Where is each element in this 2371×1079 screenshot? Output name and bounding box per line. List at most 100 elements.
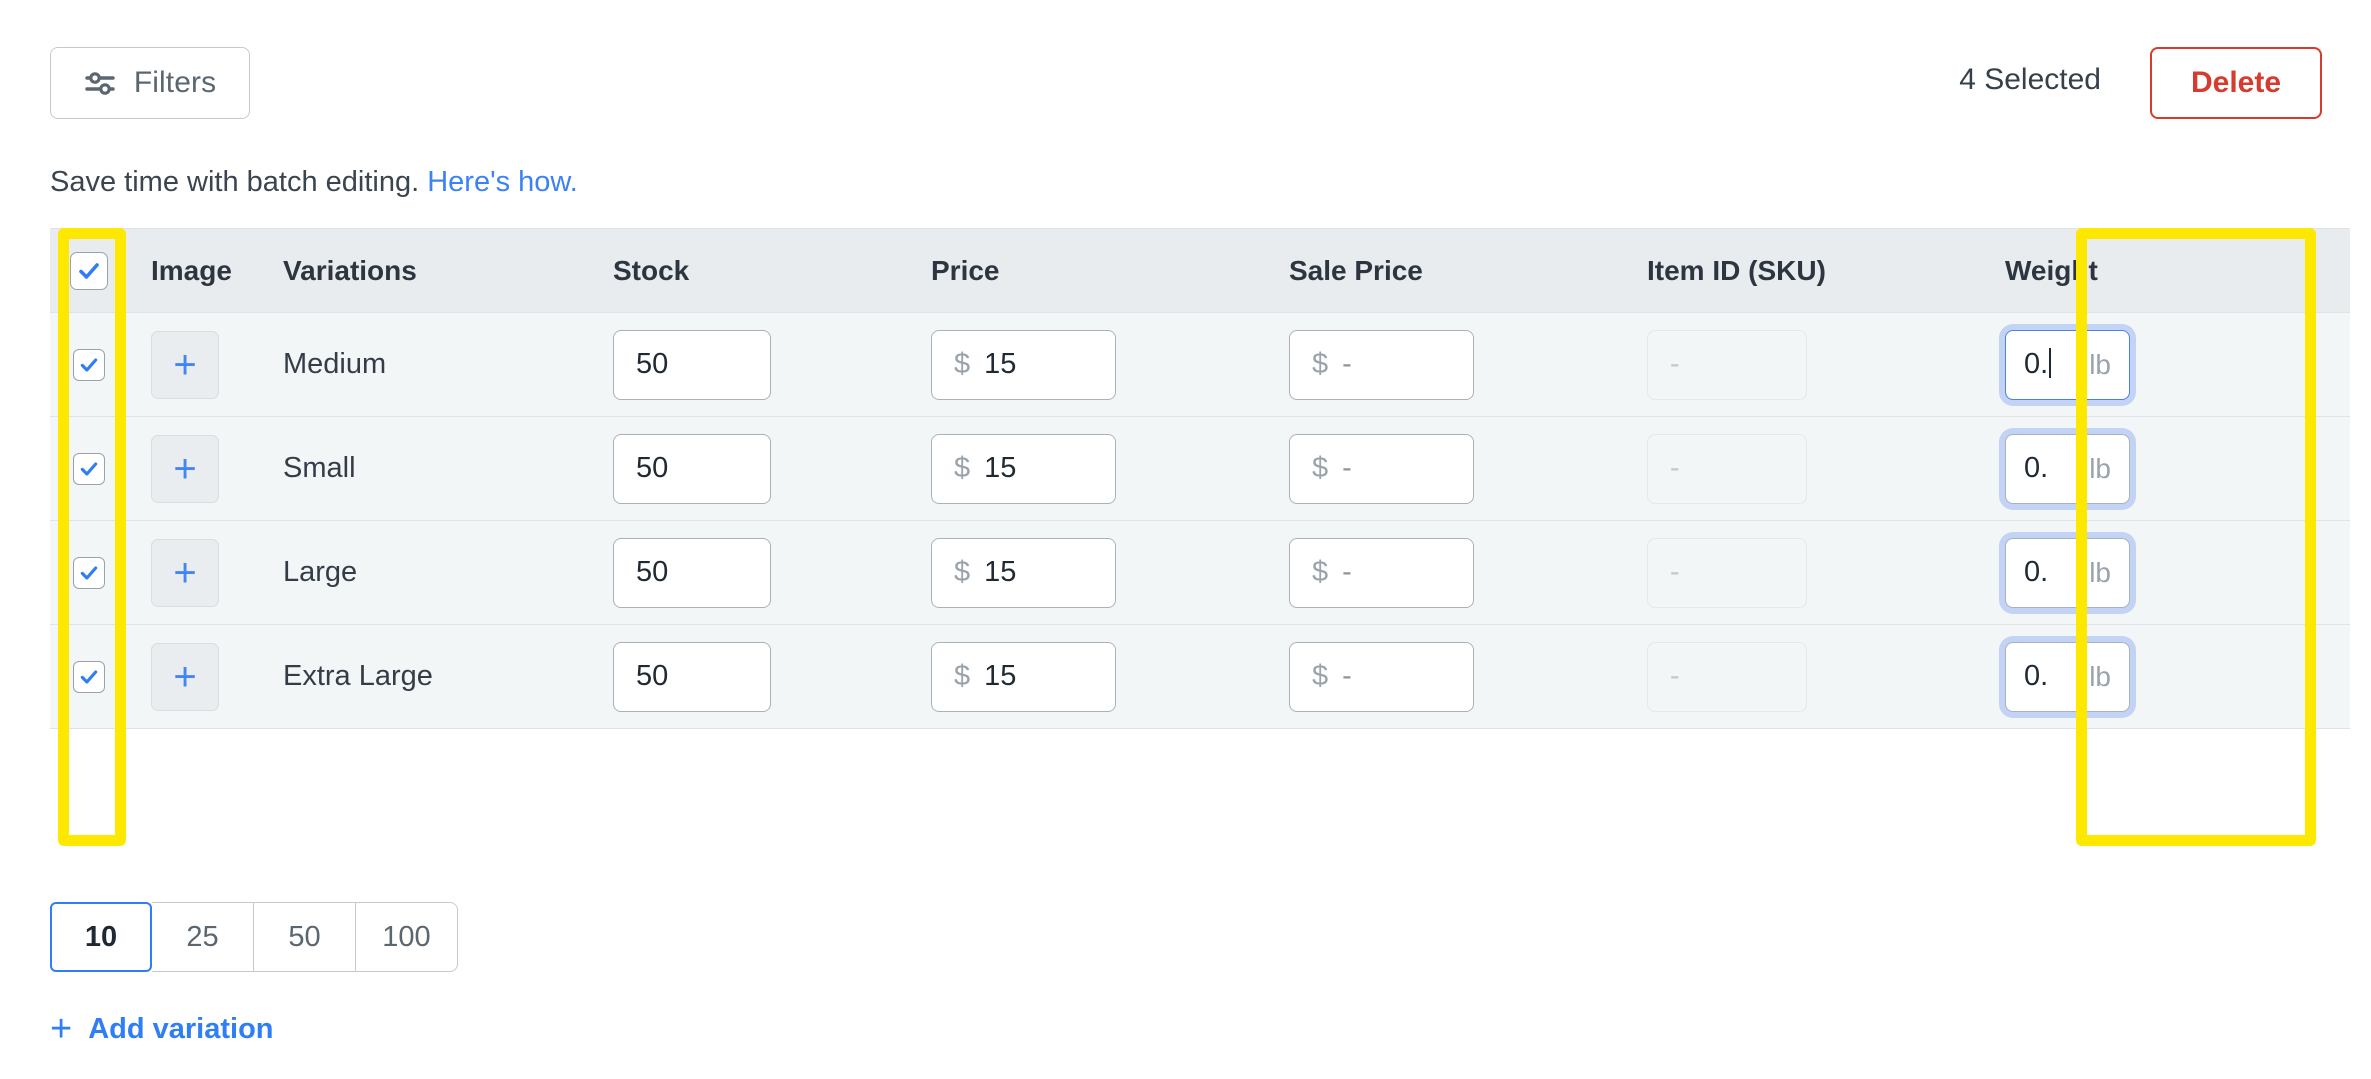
sale-price-input[interactable]: $ - xyxy=(1289,433,1474,504)
price-value: 15 xyxy=(984,348,1017,380)
header-select-all-cell xyxy=(50,251,128,290)
currency-symbol: $ xyxy=(1312,556,1329,588)
page-size-option[interactable]: 25 xyxy=(152,902,254,972)
row-stock-cell: 50 xyxy=(613,641,931,712)
row-weight-cell: 0. lb xyxy=(2005,329,2305,400)
sale-price-input[interactable]: $ - xyxy=(1289,537,1474,608)
row-select-checkbox[interactable] xyxy=(73,452,105,485)
stock-value: 50 xyxy=(636,348,669,380)
page-size-option[interactable]: 50 xyxy=(254,902,356,972)
sale-price-input[interactable]: $ - xyxy=(1289,329,1474,400)
row-sku-cell: - xyxy=(1647,641,2005,712)
row-stock-cell: 50 xyxy=(613,329,931,400)
plus-icon: + xyxy=(173,446,197,491)
stock-input[interactable]: 50 xyxy=(613,641,771,712)
variation-name: Medium xyxy=(283,348,387,380)
variation-name: Small xyxy=(283,452,356,484)
sku-input: - xyxy=(1647,641,1807,712)
price-input[interactable]: $15 xyxy=(931,329,1116,400)
price-input[interactable]: $15 xyxy=(931,641,1116,712)
text-caret xyxy=(2049,348,2052,378)
weight-value: 0. xyxy=(2024,660,2048,693)
price-value: 15 xyxy=(984,660,1017,692)
header-stock: Stock xyxy=(613,254,690,286)
check-icon xyxy=(79,262,99,279)
filters-button[interactable]: Filters xyxy=(50,47,250,119)
table-row: + Extra Large 50 $15 $ - -0. lb xyxy=(50,625,2350,729)
price-value: 15 xyxy=(984,556,1017,588)
stock-value: 50 xyxy=(636,452,669,484)
row-stock-cell: 50 xyxy=(613,433,931,504)
header-price: Price xyxy=(931,254,1000,286)
stock-input[interactable]: 50 xyxy=(613,537,771,608)
row-select-cell xyxy=(50,452,128,485)
page-size-option[interactable]: 10 xyxy=(50,902,152,972)
stock-input[interactable]: 50 xyxy=(613,329,771,400)
weight-unit: lb xyxy=(2089,348,2111,380)
price-input[interactable]: $15 xyxy=(931,537,1116,608)
row-image-cell: + xyxy=(128,642,283,711)
row-weight-cell: 0. lb xyxy=(2005,433,2305,504)
sale-price-input[interactable]: $ - xyxy=(1289,641,1474,712)
row-select-checkbox[interactable] xyxy=(73,556,105,589)
header-weight: Weight xyxy=(2005,254,2098,286)
table-row: + Large 50 $15 $ - - 0. lb xyxy=(50,521,2350,625)
header-item-id-sku: Item ID (SKU) xyxy=(1647,254,1826,286)
weight-unit: lb xyxy=(2089,556,2111,588)
row-sku-cell: - xyxy=(1647,329,2005,400)
currency-symbol: $ xyxy=(1312,452,1329,484)
weight-input[interactable]: 0. lb xyxy=(2005,537,2130,608)
page-size-option[interactable]: 100 xyxy=(356,902,458,972)
variations-batch-editor-page: Filters 4 Selected Delete Save time with… xyxy=(0,0,2371,1079)
add-image-button[interactable]: + xyxy=(151,642,219,711)
plus-icon: + xyxy=(173,550,197,595)
add-image-button[interactable]: + xyxy=(151,330,219,399)
weight-unit: lb xyxy=(2089,660,2111,692)
plus-icon: + xyxy=(173,342,197,387)
row-select-checkbox[interactable] xyxy=(73,348,105,381)
row-variation-cell: Small xyxy=(283,452,613,485)
sale-price-value: - xyxy=(1342,660,1352,692)
row-select-cell xyxy=(50,660,128,693)
select-all-checkbox[interactable] xyxy=(70,251,108,290)
price-value: 15 xyxy=(984,452,1017,484)
sale-price-value: - xyxy=(1342,348,1352,380)
weight-unit: lb xyxy=(2089,452,2111,484)
heres-how-link[interactable]: Here's how. xyxy=(427,166,578,198)
sliders-icon xyxy=(84,69,118,97)
row-variation-cell: Medium xyxy=(283,348,613,381)
add-image-button[interactable]: + xyxy=(151,538,219,607)
sku-value: - xyxy=(1670,660,1680,692)
table-header-row: Image Variations Stock Price Sale Price … xyxy=(50,229,2350,313)
row-select-checkbox[interactable] xyxy=(73,660,105,693)
sku-value: - xyxy=(1670,556,1680,588)
row-price-cell: $15 xyxy=(931,433,1289,504)
variation-name: Large xyxy=(283,556,358,588)
row-weight-cell: 0. lb xyxy=(2005,641,2305,712)
delete-button[interactable]: Delete xyxy=(2150,47,2322,119)
table-row: + Medium 50 $15 $ - -0. lb xyxy=(50,313,2350,417)
weight-input[interactable]: 0. lb xyxy=(2005,641,2130,712)
stock-value: 50 xyxy=(636,660,669,692)
batch-editing-note: Save time with batch editing. Here's how… xyxy=(50,166,578,199)
row-stock-cell: 50 xyxy=(613,537,931,608)
stock-input[interactable]: 50 xyxy=(613,433,771,504)
currency-symbol: $ xyxy=(1312,348,1329,380)
currency-symbol: $ xyxy=(954,452,971,484)
weight-input[interactable]: 0. lb xyxy=(2005,433,2130,504)
row-image-cell: + xyxy=(128,330,283,399)
weight-value-text: 0. xyxy=(2024,556,2049,588)
sale-price-value: - xyxy=(1342,452,1352,484)
weight-value: 0. xyxy=(2024,452,2048,485)
weight-input[interactable]: 0. lb xyxy=(2005,329,2130,400)
currency-symbol: $ xyxy=(954,556,971,588)
price-input[interactable]: $15 xyxy=(931,433,1116,504)
row-sku-cell: - xyxy=(1647,537,2005,608)
add-variation-button[interactable]: + Add variation xyxy=(50,1010,274,1048)
row-weight-cell: 0. lb xyxy=(2005,537,2305,608)
stock-value: 50 xyxy=(636,556,669,588)
row-select-cell xyxy=(50,348,128,381)
add-image-button[interactable]: + xyxy=(151,434,219,503)
row-variation-cell: Large xyxy=(283,556,613,589)
weight-value: 0. xyxy=(2024,556,2048,589)
